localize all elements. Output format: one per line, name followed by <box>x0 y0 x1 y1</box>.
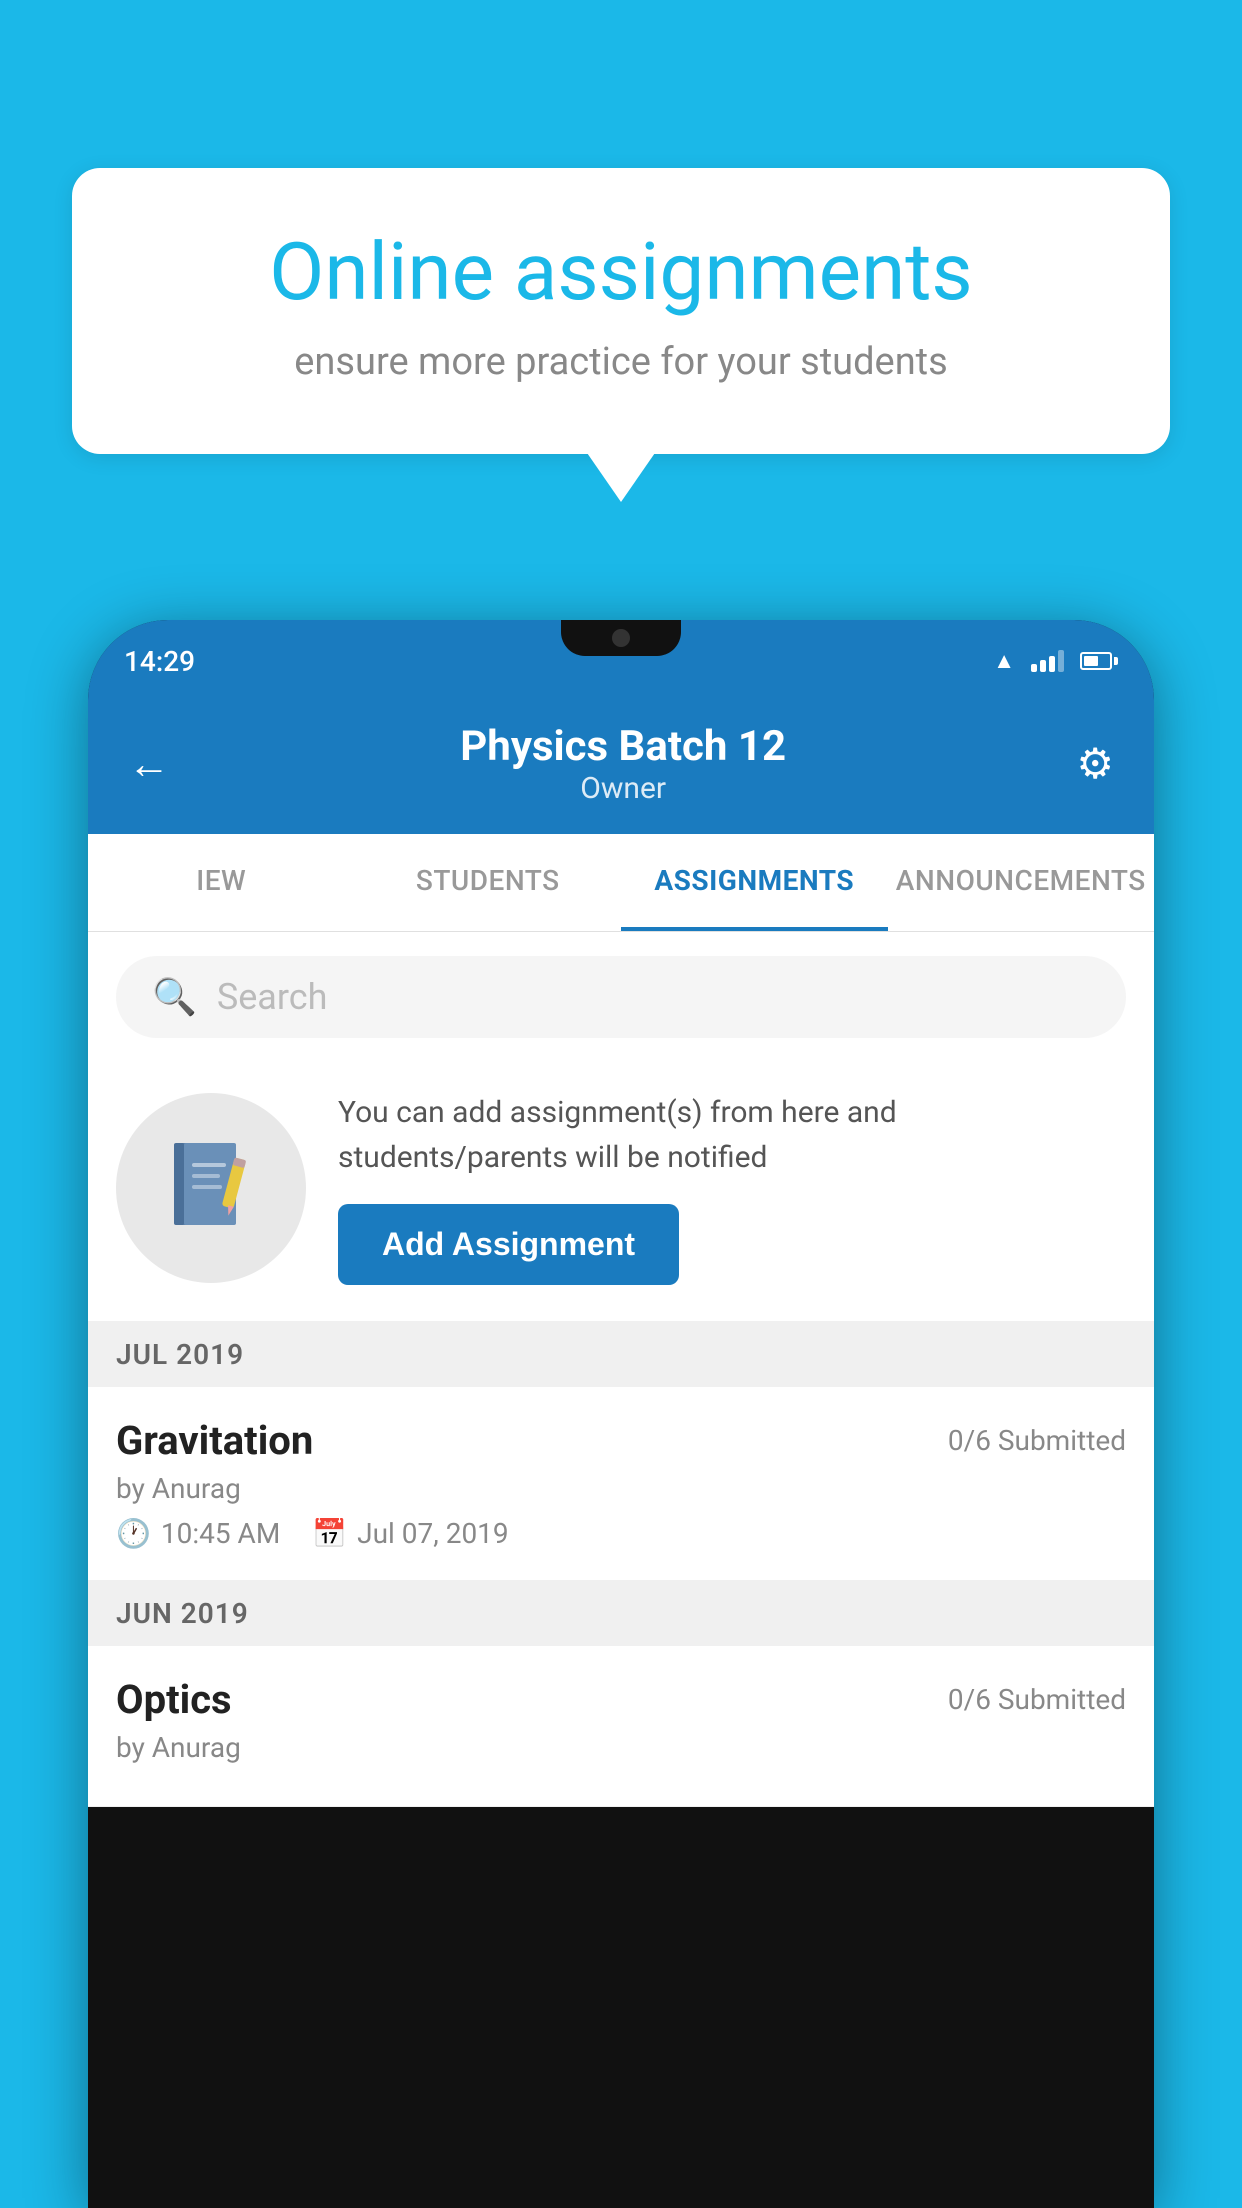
settings-button[interactable]: ⚙ <box>1076 739 1114 789</box>
tab-students[interactable]: STUDENTS <box>355 834 622 931</box>
batch-subtitle: Owner <box>460 771 786 806</box>
signal-icon <box>1031 650 1064 672</box>
meta-date-gravitation: 📅 Jul 07, 2019 <box>312 1517 508 1550</box>
assignment-name-gravitation: Gravitation <box>116 1417 313 1464</box>
content-area: 🔍 Search <box>88 932 1154 1807</box>
search-icon: 🔍 <box>152 976 197 1018</box>
assignment-meta-gravitation: 🕐 10:45 AM 📅 Jul 07, 2019 <box>116 1517 1126 1550</box>
assignment-row1: Gravitation 0/6 Submitted <box>116 1417 1126 1464</box>
status-time: 14:29 <box>124 645 195 678</box>
notebook-icon <box>166 1138 256 1238</box>
promo-text: You can add assignment(s) from here and … <box>338 1090 1126 1180</box>
header-center: Physics Batch 12 Owner <box>460 722 786 806</box>
promo-content: You can add assignment(s) from here and … <box>338 1090 1126 1285</box>
clock-icon: 🕐 <box>116 1517 151 1550</box>
wifi-icon: ▲ <box>993 648 1015 674</box>
assignment-by-optics: by Anurag <box>116 1731 1126 1764</box>
speech-bubble-title: Online assignments <box>152 228 1090 316</box>
assignment-submitted-optics: 0/6 Submitted <box>948 1683 1126 1716</box>
search-placeholder: Search <box>217 976 328 1018</box>
meta-time-gravitation: 🕐 10:45 AM <box>116 1517 280 1550</box>
assignment-optics[interactable]: Optics 0/6 Submitted by Anurag <box>88 1646 1154 1807</box>
status-bar: 14:29 ▲ <box>88 620 1154 702</box>
assignment-time-gravitation: 10:45 AM <box>161 1517 280 1550</box>
tabs-bar: IEW STUDENTS ASSIGNMENTS ANNOUNCEMENTS <box>88 834 1154 932</box>
battery-icon <box>1080 652 1118 670</box>
back-button[interactable]: ← <box>128 740 170 789</box>
batch-title: Physics Batch 12 <box>460 722 786 771</box>
add-assignment-button[interactable]: Add Assignment <box>338 1204 679 1285</box>
promo-box: You can add assignment(s) from here and … <box>88 1062 1154 1322</box>
speech-bubble-subtitle: ensure more practice for your students <box>152 340 1090 384</box>
search-bar[interactable]: 🔍 Search <box>116 956 1126 1038</box>
phone-frame: 14:29 ▲ ← Physics Batch 12 Owner ⚙ IEW S… <box>88 620 1154 2208</box>
tab-iew[interactable]: IEW <box>88 834 355 931</box>
assignment-by-gravitation: by Anurag <box>116 1472 1126 1505</box>
assignment-date-gravitation: Jul 07, 2019 <box>357 1517 509 1550</box>
assignment-submitted-gravitation: 0/6 Submitted <box>948 1424 1126 1457</box>
tab-announcements[interactable]: ANNOUNCEMENTS <box>888 834 1155 931</box>
assignment-optics-row1: Optics 0/6 Submitted <box>116 1676 1126 1723</box>
promo-icon-circle <box>116 1093 306 1283</box>
section-jun2019: JUN 2019 <box>88 1581 1154 1646</box>
assignment-gravitation[interactable]: Gravitation 0/6 Submitted by Anurag 🕐 10… <box>88 1387 1154 1581</box>
status-icons: ▲ <box>993 648 1118 674</box>
camera <box>612 629 630 647</box>
tab-assignments[interactable]: ASSIGNMENTS <box>621 834 888 931</box>
speech-bubble: Online assignments ensure more practice … <box>72 168 1170 454</box>
section-jul2019: JUL 2019 <box>88 1322 1154 1387</box>
notch <box>561 620 681 656</box>
calendar-icon: 📅 <box>312 1517 347 1550</box>
app-header: ← Physics Batch 12 Owner ⚙ <box>88 702 1154 834</box>
assignment-name-optics: Optics <box>116 1676 232 1723</box>
